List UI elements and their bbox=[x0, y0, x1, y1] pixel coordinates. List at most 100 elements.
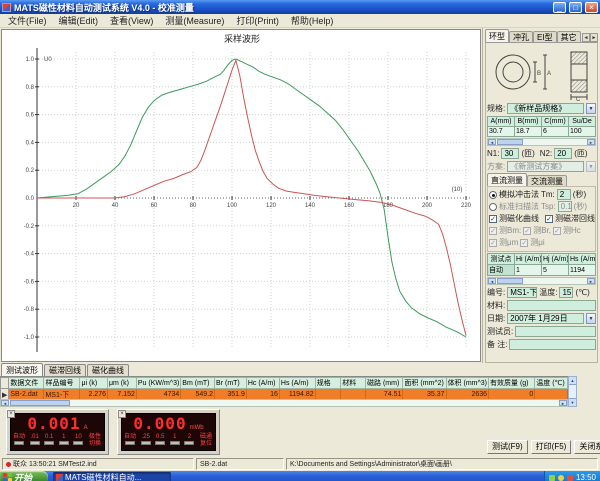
range-button[interactable] bbox=[59, 441, 69, 445]
scroll-up-icon[interactable]: ▲ bbox=[569, 377, 576, 385]
action-button-2[interactable]: 关闭系统 bbox=[574, 440, 600, 454]
result-cell[interactable]: 0 bbox=[489, 389, 535, 400]
result-cell[interactable]: SB-2.dat bbox=[9, 389, 44, 400]
tp-cell[interactable]: 自动 bbox=[488, 265, 515, 276]
shape-tab-2[interactable]: EI型 bbox=[533, 31, 557, 42]
close-button[interactable]: × bbox=[585, 2, 598, 13]
tray-icon[interactable] bbox=[558, 475, 564, 481]
meter-extra-label[interactable]: 磁通复位 bbox=[199, 434, 213, 447]
hysteresis-loop-checkbox[interactable] bbox=[545, 215, 553, 223]
scroll-thumb[interactable] bbox=[497, 139, 523, 145]
scroll-thumb[interactable] bbox=[497, 278, 523, 284]
tp-cell[interactable]: 5 bbox=[542, 265, 569, 276]
spec-dropdown-arrow-icon[interactable]: ▼ bbox=[586, 103, 596, 114]
tp-cell[interactable]: 1194 bbox=[569, 265, 596, 276]
scroll-left-icon[interactable]: ◄ bbox=[488, 139, 496, 145]
menu-item[interactable]: 查看(View) bbox=[104, 14, 159, 27]
result-header-cell[interactable]: Hc (A/m) bbox=[246, 378, 279, 389]
shape-tab-0[interactable]: 环型 bbox=[485, 29, 509, 42]
range-button[interactable] bbox=[184, 441, 194, 445]
maximize-button[interactable]: □ bbox=[569, 2, 582, 13]
temperature-field[interactable]: 15 bbox=[559, 287, 573, 298]
result-cell[interactable] bbox=[315, 389, 341, 400]
result-table-hscroll[interactable]: ◄ ► bbox=[0, 399, 568, 407]
result-cell[interactable]: MS1-下 bbox=[44, 389, 80, 400]
dim-cell[interactable]: 30.7 bbox=[488, 127, 515, 137]
tab-scroll-right-icon[interactable]: ► bbox=[590, 33, 598, 42]
result-header-cell[interactable]: 材料 bbox=[341, 378, 366, 389]
dim-cell[interactable]: 18.7 bbox=[515, 127, 542, 137]
result-header-cell[interactable]: 面积 (mm^2) bbox=[403, 378, 446, 389]
sample-id-field[interactable]: MS1-下 bbox=[507, 287, 537, 298]
scroll-down-icon[interactable]: ▼ bbox=[569, 398, 576, 406]
menu-item[interactable]: 测量(Measure) bbox=[159, 14, 230, 27]
menu-item[interactable]: 帮助(Help) bbox=[285, 14, 340, 27]
menu-item[interactable]: 编辑(Edit) bbox=[53, 14, 105, 27]
action-button-0[interactable]: 测试(F9) bbox=[487, 440, 528, 454]
result-cell[interactable]: 16 bbox=[246, 389, 279, 400]
result-header-cell[interactable]: Pu (KW/m^3) bbox=[136, 378, 180, 389]
action-button-1[interactable]: 打印(F5) bbox=[531, 440, 572, 454]
result-table-vscroll[interactable]: ▲ ▼ bbox=[568, 376, 577, 407]
measure-tab-0[interactable]: 直流测量 bbox=[487, 173, 527, 186]
result-cell[interactable]: 35.37 bbox=[403, 389, 446, 400]
range-button[interactable] bbox=[125, 441, 135, 445]
result-header-cell[interactable]: 样品编号 bbox=[44, 378, 80, 389]
range-button[interactable] bbox=[170, 441, 180, 445]
menu-item[interactable]: 文件(File) bbox=[2, 14, 53, 27]
tab-scroll-left-icon[interactable]: ◄ bbox=[582, 33, 590, 42]
range-button[interactable] bbox=[155, 441, 165, 445]
result-cell[interactable]: 4734 bbox=[136, 389, 180, 400]
measure-tab-1[interactable]: 交流测量 bbox=[527, 175, 567, 186]
table-row[interactable]: ▶SB-2.datMS1-下2.2767.1524734549.2351.916… bbox=[1, 389, 568, 400]
scroll-right-icon[interactable]: ► bbox=[587, 139, 595, 145]
tm-field[interactable]: 2 bbox=[557, 189, 571, 200]
note-field[interactable] bbox=[509, 339, 596, 350]
n2-field[interactable]: 20 bbox=[554, 148, 572, 159]
spec-dropdown[interactable]: 《新样品规格》 bbox=[507, 103, 584, 114]
magnetization-curve-checkbox[interactable] bbox=[489, 215, 497, 223]
result-cell[interactable]: 1194.82 bbox=[279, 389, 315, 400]
tray-icon[interactable] bbox=[567, 475, 573, 481]
shape-tab-3[interactable]: 其它 bbox=[557, 31, 581, 42]
result-cell[interactable]: 7.152 bbox=[108, 389, 137, 400]
range-button[interactable] bbox=[44, 441, 54, 445]
result-tab-0[interactable]: 测试波形 bbox=[1, 363, 43, 376]
date-dropdown-arrow-icon[interactable]: ▼ bbox=[586, 313, 596, 324]
result-cell[interactable]: 74.51 bbox=[366, 389, 403, 400]
tp-cell[interactable]: 1 bbox=[515, 265, 542, 276]
impulse-method-radio[interactable] bbox=[489, 191, 497, 199]
result-header-cell[interactable]: Bm (mT) bbox=[181, 378, 215, 389]
test-point-hscroll[interactable]: ◄ ► bbox=[487, 277, 596, 285]
result-cell[interactable]: 549.2 bbox=[181, 389, 215, 400]
meter-close-icon[interactable]: × bbox=[7, 410, 15, 418]
result-header-cell[interactable]: 数据文件 bbox=[9, 378, 44, 389]
meter-extra-label[interactable]: 极性切换 bbox=[88, 434, 102, 447]
result-tab-1[interactable]: 磁滞回线 bbox=[44, 364, 86, 376]
result-header-cell[interactable]: 有效质量 (g) bbox=[489, 378, 535, 389]
scroll-thumb[interactable] bbox=[10, 400, 70, 406]
dimension-table-hscroll[interactable]: ◄ ► bbox=[487, 138, 596, 146]
n1-field[interactable]: 30 bbox=[501, 148, 519, 159]
result-cell[interactable]: 2.276 bbox=[80, 389, 108, 400]
range-button[interactable] bbox=[30, 441, 40, 445]
result-header-cell[interactable]: 温度 (℃) bbox=[535, 378, 568, 389]
result-header-cell[interactable]: Hs (A/m) bbox=[279, 378, 315, 389]
dim-cell[interactable]: 6 bbox=[542, 127, 569, 137]
sweep-method-radio[interactable] bbox=[489, 203, 497, 211]
scroll-right-icon[interactable]: ► bbox=[559, 400, 567, 406]
date-field[interactable]: 2007年 1月29日 bbox=[507, 313, 584, 324]
scroll-left-icon[interactable]: ◄ bbox=[1, 400, 9, 406]
scroll-right-icon[interactable]: ► bbox=[587, 278, 595, 284]
material-field[interactable] bbox=[507, 300, 596, 311]
tester-field[interactable] bbox=[515, 326, 596, 337]
range-button[interactable] bbox=[73, 441, 83, 445]
menu-item[interactable]: 打印(Print) bbox=[230, 14, 285, 27]
dim-cell[interactable]: 100 bbox=[569, 127, 596, 137]
taskbar-app-button[interactable]: MATS磁性材料自动... bbox=[53, 472, 171, 481]
meter-close-icon[interactable]: × bbox=[118, 410, 126, 418]
range-button[interactable] bbox=[14, 441, 24, 445]
result-header-cell[interactable]: μm (k) bbox=[108, 378, 137, 389]
scroll-left-icon[interactable]: ◄ bbox=[488, 278, 496, 284]
result-cell[interactable] bbox=[341, 389, 366, 400]
